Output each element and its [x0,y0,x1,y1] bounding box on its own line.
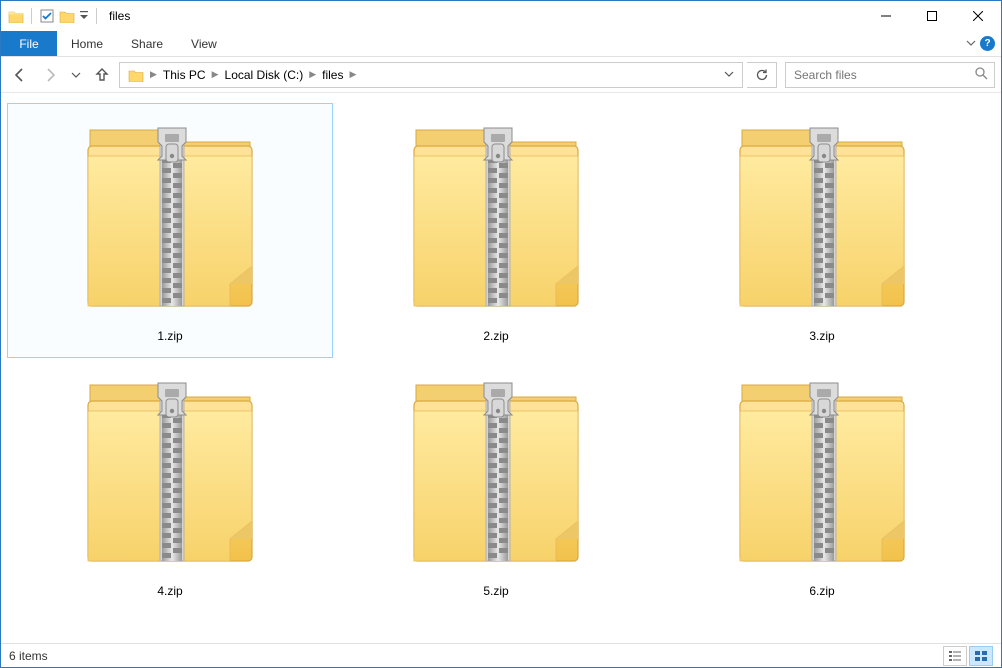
folder-icon [7,5,25,27]
caption-buttons [863,2,1001,31]
file-item[interactable]: 4.zip [7,358,333,613]
address-dropdown-icon[interactable] [720,68,738,82]
qat-dropdown-icon[interactable] [78,5,90,27]
file-label: 4.zip [157,584,182,598]
navigation-bar: ▶ This PC ▶ Local Disk (C:) ▶ files ▶ [1,57,1001,93]
close-button[interactable] [955,2,1001,31]
up-button[interactable] [89,62,115,88]
details-view-button[interactable] [943,646,967,666]
search-box[interactable] [785,62,995,88]
separator [96,8,97,24]
file-label: 5.zip [483,584,508,598]
tab-home[interactable]: Home [57,31,117,56]
zip-folder-icon [712,363,932,578]
maximize-button[interactable] [909,2,955,31]
separator [31,8,32,24]
minimize-button[interactable] [863,2,909,31]
status-bar: 6 items [1,643,1001,667]
content-pane[interactable]: 1.zip [1,93,1001,643]
zip-folder-icon [386,363,606,578]
folder-icon-small [58,5,76,27]
zip-folder-icon [712,108,932,323]
file-label: 6.zip [809,584,834,598]
ribbon-expand-icon[interactable] [966,37,976,51]
chevron-right-icon[interactable]: ▶ [148,69,159,80]
file-item[interactable]: 2.zip [333,103,659,358]
file-item[interactable]: 5.zip [333,358,659,613]
zip-folder-icon [386,108,606,323]
ribbon-tabs: File Home Share View ? [1,31,1001,57]
tab-view[interactable]: View [177,31,231,56]
title-bar: files [1,1,1001,31]
file-tab[interactable]: File [1,31,57,56]
item-count: 6 items [9,649,48,663]
file-label: 2.zip [483,329,508,343]
breadcrumb-item[interactable]: files [318,68,347,82]
explorer-window: files File Home Share View ? [0,0,1002,668]
breadcrumb-root-icon[interactable] [124,68,148,82]
zip-folder-icon [60,363,280,578]
file-item[interactable]: 3.zip [659,103,985,358]
forward-button[interactable] [37,62,63,88]
search-input[interactable] [792,67,974,83]
help-icon[interactable]: ? [980,36,995,51]
breadcrumb-item[interactable]: Local Disk (C:) [221,68,308,82]
quick-access-toolbar: files [1,5,130,27]
breadcrumb-label: files [322,68,343,82]
file-label: 1.zip [157,329,182,343]
file-label: 3.zip [809,329,834,343]
file-grid: 1.zip [7,103,995,613]
chevron-right-icon[interactable]: ▶ [347,69,358,80]
properties-check-icon[interactable] [38,5,56,27]
breadcrumb-label: This PC [163,68,206,82]
large-icons-view-button[interactable] [969,646,993,666]
zip-folder-icon [60,108,280,323]
breadcrumb-label: Local Disk (C:) [225,68,304,82]
address-bar[interactable]: ▶ This PC ▶ Local Disk (C:) ▶ files ▶ [119,62,743,88]
tab-share[interactable]: Share [117,31,177,56]
recent-dropdown-icon[interactable] [67,62,85,88]
file-item[interactable]: 1.zip [7,103,333,358]
back-button[interactable] [7,62,33,88]
breadcrumb-item[interactable]: This PC [159,68,210,82]
refresh-button[interactable] [747,62,777,88]
window-title: files [109,9,130,23]
chevron-right-icon[interactable]: ▶ [307,69,318,80]
file-item[interactable]: 6.zip [659,358,985,613]
chevron-right-icon[interactable]: ▶ [210,69,221,80]
search-icon[interactable] [974,66,988,83]
